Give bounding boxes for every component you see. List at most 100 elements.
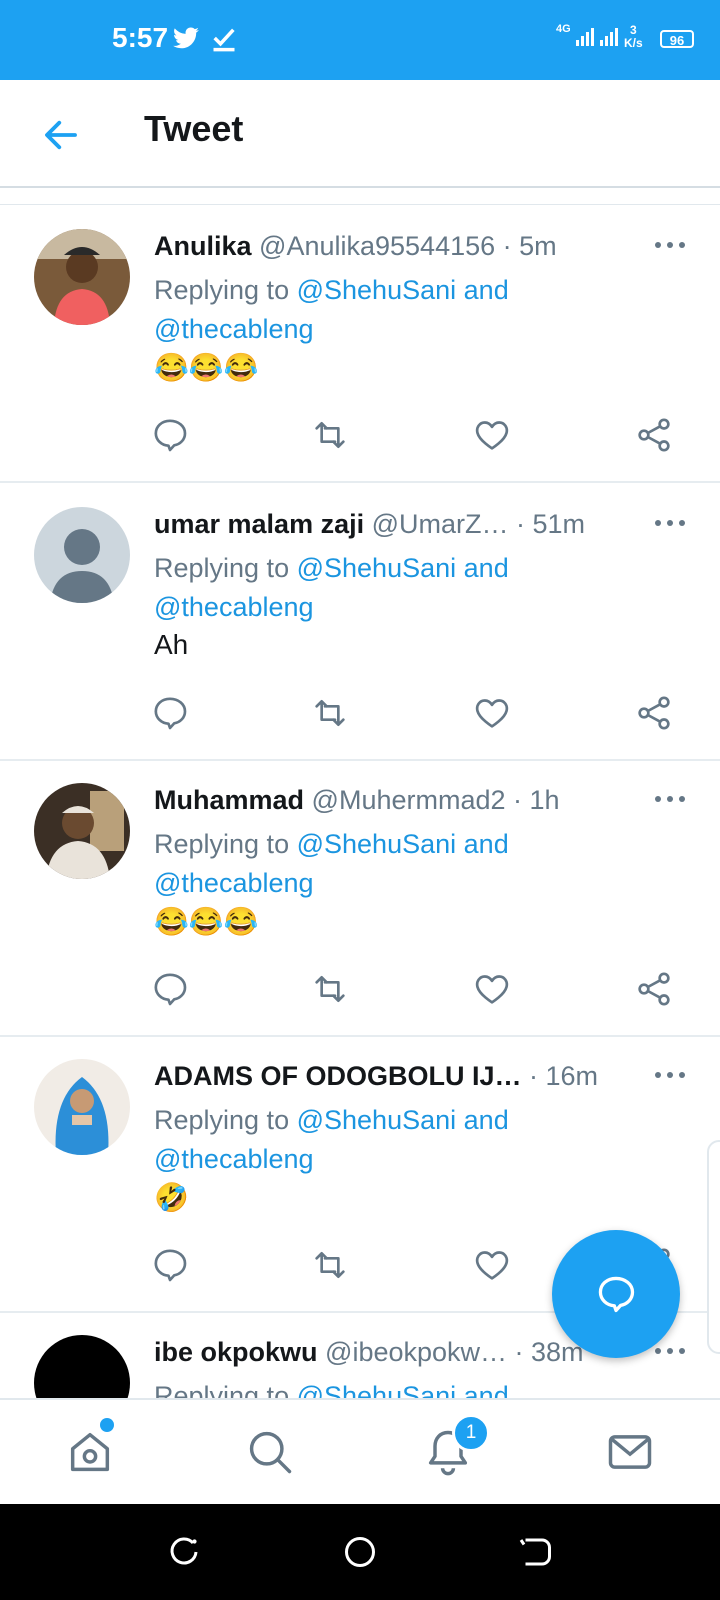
author-meta: · 16m (529, 1061, 599, 1091)
more-icon[interactable] (652, 509, 688, 537)
tweet-text: 😂😂😂 (154, 906, 259, 937)
mention-link[interactable]: @thecableng (154, 868, 314, 898)
status-time: 5:57 (112, 22, 169, 53)
mention-link[interactable]: @ShehuSani (297, 553, 457, 583)
battery-indicator: 96 (660, 30, 694, 48)
tweet-text: 🤣 (154, 1182, 189, 1213)
replies-feed[interactable]: Anulika @Anulika95544156 · 5m Replying t… (0, 204, 720, 1399)
replying-prefix: Replying to (154, 1381, 290, 1399)
tweet-header: Anulika @Anulika95544156 · 5m (154, 231, 634, 262)
status-bar: 5:57 4G 3 K/s 96 (0, 0, 720, 80)
author-meta: @Muhermmad2 · 1h (311, 785, 560, 815)
replying-prefix: Replying to (154, 829, 290, 859)
retweet-icon[interactable] (310, 969, 350, 1009)
mention-link[interactable]: @ShehuSani (297, 1105, 457, 1135)
like-icon[interactable] (472, 969, 512, 1009)
author-meta: @UmarZ… · 51m (371, 509, 586, 539)
tweet-item[interactable]: Muhammad @Muhermmad2 · 1h Replying to @S… (0, 759, 720, 1037)
replying-prefix: Replying to (154, 275, 290, 305)
avatar[interactable] (34, 1059, 130, 1155)
home-button-icon[interactable] (342, 1534, 378, 1570)
tweet-header: ADAMS OF ODOGBOLU IJ… · 16m (154, 1061, 634, 1092)
notifications-badge: 1 (452, 1414, 490, 1452)
mention-and[interactable]: and (464, 1105, 509, 1135)
replying-to: Replying to @ShehuSani and @thecableng (154, 825, 594, 903)
back-arrow-icon[interactable] (40, 114, 82, 161)
tweet-actions (150, 969, 690, 1009)
reply-icon[interactable] (150, 1245, 190, 1285)
recent-apps-icon[interactable] (166, 1534, 202, 1570)
signal-icon (576, 24, 622, 53)
replying-to: Replying to @ShehuSani and @thecableng (154, 549, 594, 627)
retweet-icon[interactable] (310, 1245, 350, 1285)
avatar[interactable] (34, 229, 130, 325)
mention-link[interactable]: @thecableng (154, 592, 314, 622)
replying-prefix: Replying to (154, 1105, 290, 1135)
mention-link[interactable]: @ShehuSani (297, 1381, 457, 1399)
page-title: Tweet (144, 108, 244, 149)
replying-to: Replying to @ShehuSani and (154, 1377, 594, 1399)
author-name[interactable]: Anulika (154, 231, 252, 261)
tweet-header: ibe okpokwu @ibeokpokw… · 38m (154, 1337, 634, 1368)
avatar[interactable] (34, 507, 130, 603)
replying-to: Replying to @ShehuSani and @thecableng (154, 271, 594, 349)
share-icon[interactable] (634, 415, 674, 455)
mention-link[interactable]: @ShehuSani (297, 275, 457, 305)
twitter-bird-icon (172, 24, 200, 57)
bottom-nav: 1 (0, 1398, 720, 1506)
author-name[interactable]: ibe okpokwu (154, 1337, 318, 1367)
mention-and[interactable]: and (464, 275, 509, 305)
more-icon[interactable] (652, 1061, 688, 1089)
check-icon (210, 24, 238, 57)
compose-icon (594, 1272, 638, 1321)
more-icon[interactable] (652, 785, 688, 813)
replying-to: Replying to @ShehuSani and @thecableng (154, 1101, 594, 1179)
home-icon[interactable] (64, 1426, 116, 1478)
app-bar: Tweet (0, 80, 720, 188)
reply-icon[interactable] (150, 415, 190, 455)
home-unread-dot (100, 1418, 114, 1432)
back-button-icon[interactable] (518, 1534, 554, 1570)
net-speed: 3 K/s (624, 24, 643, 50)
avatar[interactable] (34, 1335, 130, 1399)
more-icon[interactable] (652, 231, 688, 259)
tweet-text: 😂😂😂 (154, 352, 259, 383)
network-type: 4G (556, 23, 571, 35)
scroll-handle[interactable] (707, 1140, 720, 1354)
share-icon[interactable] (634, 693, 674, 733)
mention-and[interactable]: and (464, 829, 509, 859)
mention-and[interactable]: and (464, 553, 509, 583)
tweet-item[interactable]: Anulika @Anulika95544156 · 5m Replying t… (0, 205, 720, 483)
tweet-header: umar malam zaji @UmarZ… · 51m (154, 509, 634, 540)
reply-icon[interactable] (150, 969, 190, 1009)
reply-icon[interactable] (150, 693, 190, 733)
like-icon[interactable] (472, 1245, 512, 1285)
tweet-header: Muhammad @Muhermmad2 · 1h (154, 785, 634, 816)
tweet-actions (150, 693, 690, 733)
like-icon[interactable] (472, 693, 512, 733)
author-name[interactable]: Muhammad (154, 785, 304, 815)
author-name[interactable]: umar malam zaji (154, 509, 364, 539)
mention-link[interactable]: @thecableng (154, 314, 314, 344)
replying-prefix: Replying to (154, 553, 290, 583)
search-icon[interactable] (244, 1426, 296, 1478)
mention-link[interactable]: @ShehuSani (297, 829, 457, 859)
share-icon[interactable] (634, 969, 674, 1009)
author-name[interactable]: ADAMS OF ODOGBOLU IJ… (154, 1061, 522, 1091)
system-nav-bar (0, 1504, 720, 1600)
mention-link[interactable]: @thecableng (154, 1144, 314, 1174)
messages-icon[interactable] (604, 1426, 656, 1478)
tweet-text: Ah (154, 629, 189, 660)
tweet-actions (150, 415, 690, 455)
author-meta: @Anulika95544156 · 5m (259, 231, 557, 261)
compose-reply-button[interactable] (552, 1230, 680, 1358)
avatar[interactable] (34, 783, 130, 879)
net-speed-unit: K/s (624, 36, 643, 50)
retweet-icon[interactable] (310, 415, 350, 455)
mention-and[interactable]: and (464, 1381, 509, 1399)
retweet-icon[interactable] (310, 693, 350, 733)
like-icon[interactable] (472, 415, 512, 455)
tweet-item[interactable]: umar malam zaji @UmarZ… · 51m Replying t… (0, 483, 720, 761)
author-meta: @ibeokpokw… · 38m (325, 1337, 584, 1367)
net-speed-value: 3 (630, 23, 637, 37)
